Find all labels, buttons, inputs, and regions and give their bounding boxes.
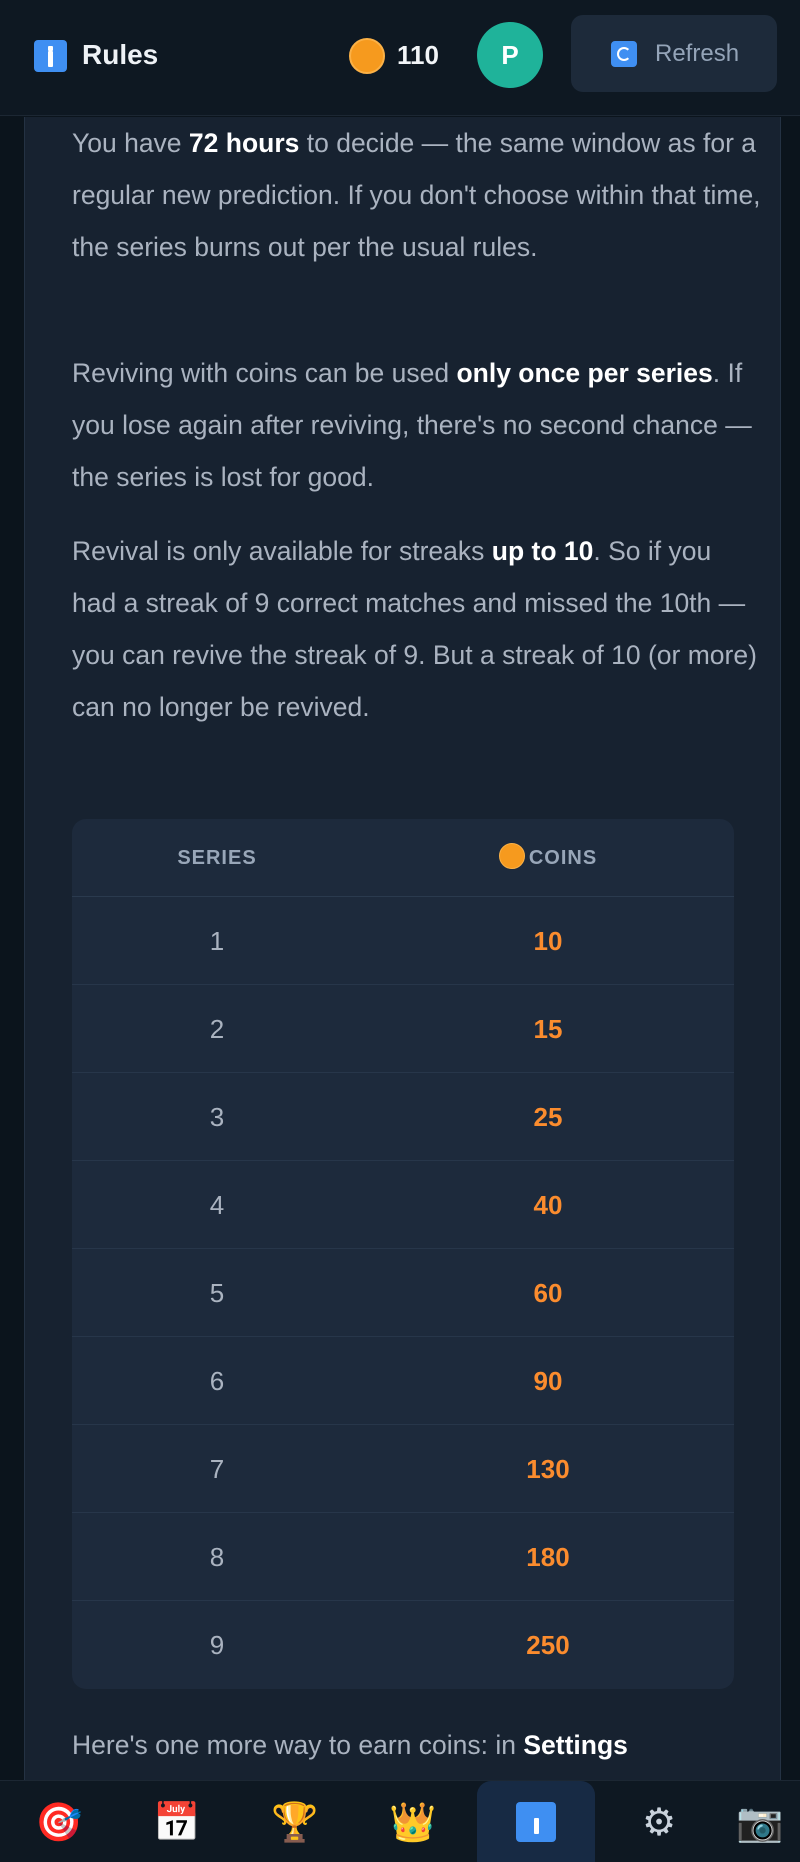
table-row: 7 130 bbox=[72, 1425, 734, 1513]
table-row: 3 25 bbox=[72, 1073, 734, 1161]
coins-cell: 25 bbox=[533, 1102, 563, 1132]
series-cell: 5 bbox=[209, 1278, 225, 1308]
target-icon: 🎯 bbox=[35, 1800, 83, 1844]
rules-paragraph-decision-window: You have 72 hours to decide — the same w… bbox=[72, 128, 761, 262]
column-header-coins: COINS bbox=[362, 819, 734, 897]
coins-cell: 15 bbox=[533, 1014, 563, 1044]
table-row: 5 60 bbox=[72, 1249, 734, 1337]
series-cell: 1 bbox=[209, 926, 225, 956]
camera-icon: 📷 bbox=[736, 1800, 784, 1844]
trophy-icon: 🏆 bbox=[271, 1800, 319, 1844]
series-cell: 4 bbox=[209, 1190, 225, 1220]
coin-balance: 110 bbox=[397, 40, 439, 70]
rules-content: You have 72 hours to decide — the same w… bbox=[24, 117, 781, 1780]
series-cell: 3 bbox=[209, 1102, 225, 1132]
top-bar: Rules 110 P Refresh bbox=[0, 0, 800, 116]
nav-more[interactable]: 📷 bbox=[720, 1781, 800, 1862]
nav-leaderboard[interactable]: 👑 bbox=[354, 1781, 472, 1862]
revive-cost-table: SERIES COINS 1 10 2 15 3 25 4 40 5 60 6 90 7 13… bbox=[72, 819, 734, 1689]
series-cell: 9 bbox=[209, 1630, 225, 1660]
info-icon bbox=[34, 40, 67, 72]
table-row: 8 180 bbox=[72, 1513, 734, 1601]
bottom-nav: 🎯 📅 🏆 👑 ⚙ 📷 bbox=[0, 1780, 800, 1862]
series-cell: 8 bbox=[209, 1542, 225, 1572]
coins-cell: 90 bbox=[533, 1366, 563, 1396]
info-icon bbox=[516, 1802, 556, 1842]
nav-settings[interactable]: ⚙ bbox=[600, 1781, 718, 1862]
nav-rules[interactable] bbox=[477, 1781, 595, 1862]
table-row: 9 250 bbox=[72, 1601, 734, 1689]
coin-icon bbox=[349, 38, 385, 74]
column-header-series: SERIES bbox=[177, 847, 257, 869]
nav-trophy[interactable]: 🏆 bbox=[236, 1781, 354, 1862]
coins-cell: 40 bbox=[533, 1190, 563, 1220]
table-row: 6 90 bbox=[72, 1337, 734, 1425]
calendar-icon: 📅 bbox=[153, 1800, 201, 1844]
refresh-label: Refresh bbox=[655, 40, 740, 67]
series-cell: 7 bbox=[209, 1454, 225, 1484]
nav-predictions[interactable]: 🎯 bbox=[0, 1781, 118, 1862]
crown-icon: 👑 bbox=[389, 1800, 437, 1844]
page-title: Rules bbox=[82, 39, 159, 70]
coins-cell: 250 bbox=[526, 1630, 570, 1660]
series-cell: 2 bbox=[209, 1014, 225, 1044]
table-header: SERIES COINS bbox=[72, 819, 734, 897]
coins-cell: 10 bbox=[533, 926, 563, 956]
coin-icon bbox=[498, 843, 525, 869]
table-row: 4 40 bbox=[72, 1161, 734, 1249]
gear-icon: ⚙ bbox=[641, 1800, 677, 1844]
rules-paragraph-revive-limit: Revival is only available for streaks up… bbox=[72, 536, 757, 722]
avatar[interactable]: P bbox=[477, 22, 543, 88]
nav-calendar[interactable]: 📅 bbox=[118, 1781, 236, 1862]
refresh-icon bbox=[611, 41, 637, 67]
rules-paragraph-earn-coins: Here's one more way to earn coins: in Se… bbox=[72, 1730, 628, 1760]
refresh-button[interactable]: Refresh bbox=[571, 15, 777, 92]
coins-cell: 60 bbox=[533, 1278, 563, 1308]
table-row: 2 15 bbox=[72, 985, 734, 1073]
rules-paragraph-revive-once: Reviving with coins can be used only onc… bbox=[72, 358, 752, 492]
coins-cell: 130 bbox=[526, 1454, 570, 1484]
table-row: 1 10 bbox=[72, 897, 734, 985]
series-cell: 6 bbox=[209, 1366, 225, 1396]
coins-cell: 180 bbox=[526, 1542, 570, 1572]
